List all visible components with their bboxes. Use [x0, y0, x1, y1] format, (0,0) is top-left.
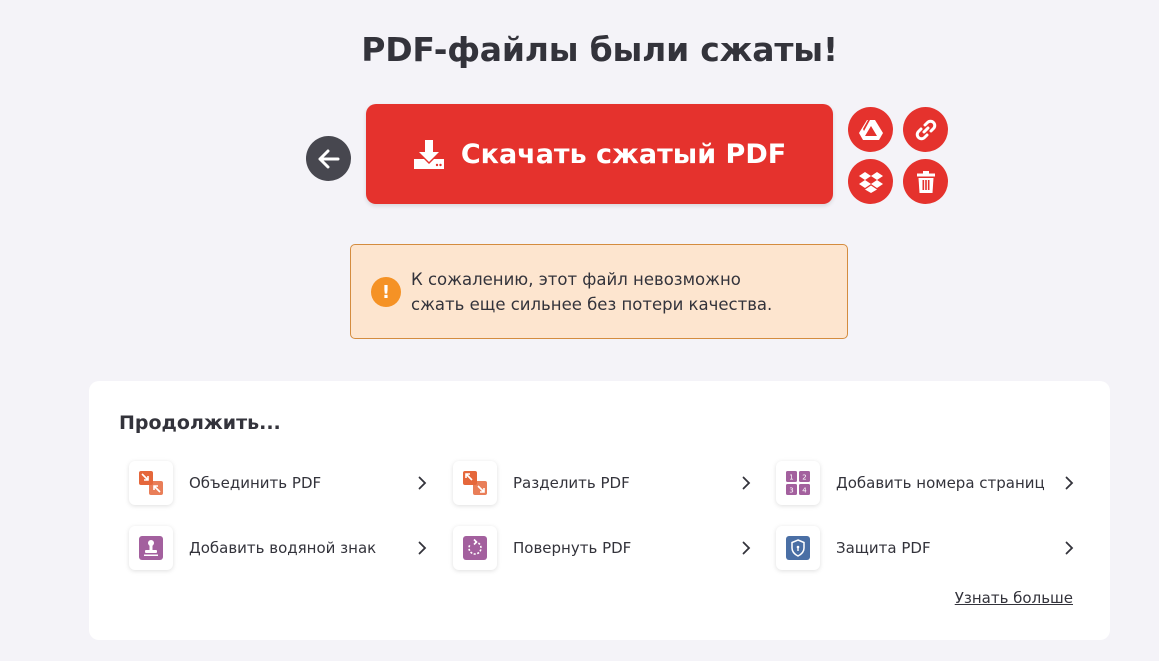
chevron-right-icon — [1062, 476, 1076, 490]
svg-text:2: 2 — [802, 474, 806, 482]
svg-text:3: 3 — [789, 487, 793, 495]
shield-icon — [786, 536, 810, 560]
split-icon — [463, 471, 487, 495]
page-title: PDF-файлы были сжаты! — [361, 30, 838, 69]
rotate-icon — [463, 536, 487, 560]
watermark-stamp-icon — [139, 536, 163, 560]
tool-add-watermark-label: Добавить водяной знак — [189, 539, 377, 557]
save-to-google-drive-button[interactable] — [848, 107, 893, 152]
compression-warning: ! К сожалению, этот файл невозможно сжат… — [350, 244, 848, 339]
download-icon — [413, 138, 445, 170]
chevron-right-icon — [415, 541, 429, 555]
warning-message: К сожалению, этот файл невозможно сжать … — [411, 267, 831, 317]
exclamation-icon: ! — [371, 277, 401, 307]
delete-button[interactable] — [903, 159, 948, 204]
back-button[interactable] — [306, 136, 351, 181]
tool-merge-pdf[interactable]: Объединить PDF — [129, 461, 429, 505]
continue-title: Продолжить... — [119, 412, 281, 434]
tool-protect-pdf[interactable]: Защита PDF — [776, 526, 1076, 570]
download-button[interactable]: Скачать сжатый PDF — [366, 104, 833, 204]
tool-add-page-numbers-label: Добавить номера страниц — [836, 474, 1045, 492]
chevron-right-icon — [1062, 541, 1076, 555]
warning-line-1: К сожалению, этот файл невозможно — [411, 270, 741, 289]
tool-rotate-pdf-label: Повернуть PDF — [513, 539, 632, 557]
warning-line-2: сжать еще сильнее без потери качества. — [411, 295, 773, 314]
svg-text:1: 1 — [789, 474, 793, 482]
tool-split-pdf[interactable]: Разделить PDF — [453, 461, 753, 505]
arrow-left-icon — [318, 149, 340, 169]
share-link-button[interactable] — [903, 107, 948, 152]
merge-icon — [139, 471, 163, 495]
tool-rotate-pdf[interactable]: Повернуть PDF — [453, 526, 753, 570]
svg-text:4: 4 — [802, 487, 807, 495]
continue-panel: Продолжить... Объединить PDF Разделить P… — [89, 381, 1110, 640]
learn-more-link[interactable]: Узнать больше — [955, 589, 1073, 607]
download-button-label: Скачать сжатый PDF — [460, 138, 787, 170]
tool-merge-pdf-label: Объединить PDF — [189, 474, 322, 492]
trash-icon — [916, 170, 935, 193]
chevron-right-icon — [739, 541, 753, 555]
dropbox-icon — [858, 171, 883, 193]
tool-add-page-numbers[interactable]: 1 2 3 4 Добавить номера страниц — [776, 461, 1076, 505]
link-icon — [914, 118, 938, 142]
tool-protect-pdf-label: Защита PDF — [836, 539, 931, 557]
save-to-dropbox-button[interactable] — [848, 159, 893, 204]
google-drive-icon — [858, 119, 883, 140]
tool-add-watermark[interactable]: Добавить водяной знак — [129, 526, 429, 570]
chevron-right-icon — [415, 476, 429, 490]
tool-split-pdf-label: Разделить PDF — [513, 474, 630, 492]
chevron-right-icon — [739, 476, 753, 490]
page-numbers-icon: 1 2 3 4 — [786, 471, 810, 495]
